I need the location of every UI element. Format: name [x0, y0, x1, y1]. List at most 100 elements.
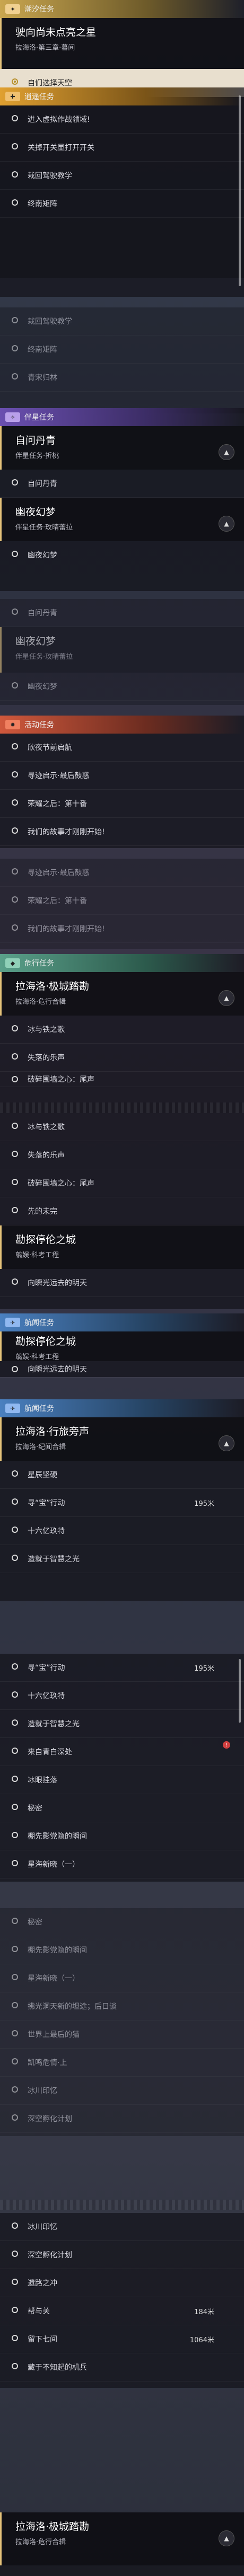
- event-step[interactable]: 寻迹启示·最后鼓惑: [0, 762, 244, 790]
- trail-step[interactable]: 遗路之冲: [0, 2269, 244, 2297]
- trail-step[interactable]: 留下七间 1064米: [0, 2325, 244, 2353]
- danger-step[interactable]: 先的未完: [0, 1197, 244, 1225]
- trail-step[interactable]: 来自青白深处: [0, 1738, 244, 1766]
- trail-step[interactable]: 十六亿玖特: [0, 1682, 244, 1710]
- danger-step[interactable]: 冰与铁之歌: [0, 1016, 244, 1044]
- side-step[interactable]: 青宋归林: [0, 364, 244, 392]
- objective-ring-icon: [12, 2030, 18, 2036]
- glitch-band: [0, 2200, 244, 2210]
- trail-step[interactable]: 藏于不知起的机兵: [0, 2353, 244, 2381]
- side-step[interactable]: 终南矩阵: [0, 190, 244, 218]
- trail-step[interactable]: 寻“宝”行动 195米: [0, 1654, 244, 1682]
- collapse-chevron-icon[interactable]: ▲: [219, 516, 234, 532]
- danger-step[interactable]: 冰与铁之歌: [0, 1113, 244, 1141]
- objective-ring-icon: [12, 868, 18, 875]
- side-step[interactable]: 进入虚拟作战领域!: [0, 105, 244, 134]
- trail-step[interactable]: 深空孵化计划: [0, 2105, 244, 2133]
- objective-ring-icon: [12, 896, 18, 903]
- objective-ring-icon: [12, 1498, 18, 1505]
- trail-step[interactable]: 深空孵化计划: [0, 2241, 244, 2269]
- companion-step[interactable]: 自问丹青: [0, 470, 244, 498]
- scrollbar[interactable]: [239, 95, 241, 286]
- quest-card-trail-a[interactable]: 拉海洛·行旅旁声 拉海洛·纪闻合辑 ▲: [0, 1417, 244, 1461]
- main-category-icon: ✦: [5, 4, 20, 14]
- event-quest-section: ✹ 活动任务 欣夜节前启航 寻迹启示·最后鼓惑 荣耀之后：第十番 我们的故事才刚刚…: [0, 716, 244, 848]
- trail-step[interactable]: 帮与关 184米: [0, 2297, 244, 2325]
- trail-step[interactable]: 世界上最后的猫: [0, 2021, 244, 2049]
- collapse-chevron-icon[interactable]: ▲: [219, 1435, 234, 1451]
- event-repeat: 寻迹启示·最后鼓惑 荣耀之后：第十番 我们的故事才刚刚开始!: [0, 859, 244, 949]
- side-category-icon: ✚: [5, 92, 20, 101]
- category-event-header[interactable]: ✹ 活动任务: [0, 716, 244, 734]
- quest-card-danger-b[interactable]: 勘探停伦之城 翦娱·科考工程: [0, 1225, 244, 1269]
- category-danger-header[interactable]: ◆ 危行任务: [0, 954, 244, 972]
- event-step[interactable]: 荣耀之后：第十番: [0, 887, 244, 915]
- quest-card-danger-b-repeat[interactable]: 勘探停伦之城 翦娱·科考工程: [0, 1331, 244, 1361]
- trail-step[interactable]: 造就于智慧之光: [0, 1545, 244, 1573]
- danger-step[interactable]: 失落的乐声: [0, 1141, 244, 1169]
- trail-step[interactable]: 星海新晓（一）: [0, 1850, 244, 1878]
- trail-step[interactable]: 冰川印忆: [0, 2213, 244, 2241]
- trail-step[interactable]: 寻“宝”行动 195米: [0, 1489, 244, 1517]
- trail-step[interactable]: 棚先影党隐的瞬间: [0, 1822, 244, 1850]
- danger-step[interactable]: 破碎围墙之心：尾声: [0, 1072, 244, 1087]
- trail-step[interactable]: 凯鸣危情·上: [0, 2049, 244, 2077]
- side-step[interactable]: 终南矩阵: [0, 336, 244, 364]
- trail-step[interactable]: 星海新晓（一）: [0, 1964, 244, 1992]
- companion-step[interactable]: 自问丹青: [0, 599, 244, 627]
- collapse-chevron-icon[interactable]: ▲: [219, 990, 234, 1006]
- event-step[interactable]: 荣耀之后：第十番: [0, 790, 244, 818]
- trail-step[interactable]: 十六亿玖特: [0, 1517, 244, 1545]
- danger-step[interactable]: 破碎围墙之心：尾声: [0, 1169, 244, 1197]
- objective-ring-icon: [12, 199, 18, 206]
- trail-step[interactable]: 秘密: [0, 1908, 244, 1936]
- category-side-header[interactable]: ✚ 逍遥任务: [0, 87, 244, 105]
- objective-ring-icon: [12, 1527, 18, 1533]
- objective-ring-icon: [12, 2251, 18, 2257]
- objective-ring-icon: [12, 2307, 18, 2313]
- collapse-chevron-icon[interactable]: ▲: [219, 2530, 234, 2546]
- trail-step[interactable]: 秘密: [0, 1794, 244, 1822]
- quest-card-final[interactable]: 拉海洛·极城踏勘 拉海洛·危行合辑 ▲: [0, 2512, 244, 2565]
- event-step[interactable]: 我们的故事才刚刚开始!: [0, 915, 244, 943]
- objective-ring-icon: [12, 1946, 18, 1952]
- trail-step[interactable]: 冰川印忆: [0, 2077, 244, 2105]
- category-companion-header[interactable]: ✧ 伴星任务: [0, 408, 244, 426]
- danger-step[interactable]: 失落的乐声: [0, 1044, 244, 1072]
- category-trail-header[interactable]: ✈ 航闻任务: [0, 1313, 244, 1331]
- trail-step[interactable]: 造就于智慧之光: [0, 1710, 244, 1738]
- collapse-chevron-icon[interactable]: ▲: [219, 444, 234, 460]
- event-step[interactable]: 我们的故事才刚刚开始!: [0, 818, 244, 846]
- objective-ring-icon: [12, 373, 18, 380]
- notification-alert-icon[interactable]: !: [223, 1741, 230, 1749]
- objective-ring-icon: [12, 1748, 18, 1754]
- objective-ring-icon: [12, 143, 18, 149]
- quest-card-main[interactable]: 驶向尚未点亮之星 拉海洛·第三章·暮间: [0, 18, 244, 69]
- objective-ring-icon: [12, 2086, 18, 2093]
- trail-step[interactable]: 星辰坚硬: [0, 1461, 244, 1489]
- trail-end-section: 冰川印忆 深空孵化计划 遗路之冲 帮与关 184米 留下七间 1064米 藏于不知起…: [0, 2213, 244, 2388]
- category-main-header[interactable]: ✦ 潮汐任务: [0, 0, 244, 18]
- companion-step[interactable]: 幽夜幻梦: [0, 673, 244, 701]
- side-step[interactable]: 关掉开关显打开开关: [0, 134, 244, 162]
- side-step[interactable]: 栽回驾驶教学: [0, 162, 244, 190]
- quest-card-companion-b-repeat[interactable]: 幽夜幻梦 伴星任务·玫晴蕾拉: [0, 627, 244, 673]
- danger-step[interactable]: 向瞬光远去的明天: [0, 1361, 244, 1378]
- event-step[interactable]: 寻迹启示·最后鼓惑: [0, 859, 244, 887]
- event-step[interactable]: 欣夜节前启航: [0, 734, 244, 762]
- quest-card-companion-a[interactable]: 自问丹青 伴星任务·折桃 ▲: [0, 426, 244, 470]
- danger-category-icon: ◆: [5, 958, 20, 968]
- scrollbar[interactable]: [239, 1659, 241, 1723]
- companion-step[interactable]: 幽夜幻梦: [0, 541, 244, 569]
- quest-card-danger-a[interactable]: 拉海洛·极城踏勘 拉海洛·危行合辑 ▲: [0, 972, 244, 1016]
- trail-step[interactable]: 拂光洞天新的坦途；后日谈: [0, 1992, 244, 2021]
- trail-step[interactable]: 冰眼挂落: [0, 1766, 244, 1794]
- category-trail-header[interactable]: ✈ 航闻任务: [0, 1399, 244, 1417]
- objective-ring-icon: [12, 1663, 18, 1670]
- objective-ring-icon: [12, 1918, 18, 1924]
- trail-step[interactable]: 棚先影党隐的瞬间: [0, 1936, 244, 1964]
- side-step[interactable]: 栽回驾驶教学: [0, 307, 244, 336]
- trail-more-section: 寻“宝”行动 195米 十六亿玖特 造就于智慧之光 来自青白深处 冰眼挂落 秘密 …: [0, 1654, 244, 1882]
- danger-step[interactable]: 向瞬光远去的明天: [0, 1269, 244, 1297]
- quest-card-companion-b[interactable]: 幽夜幻梦 伴星任务·玫晴蕾拉 ▲: [0, 498, 244, 541]
